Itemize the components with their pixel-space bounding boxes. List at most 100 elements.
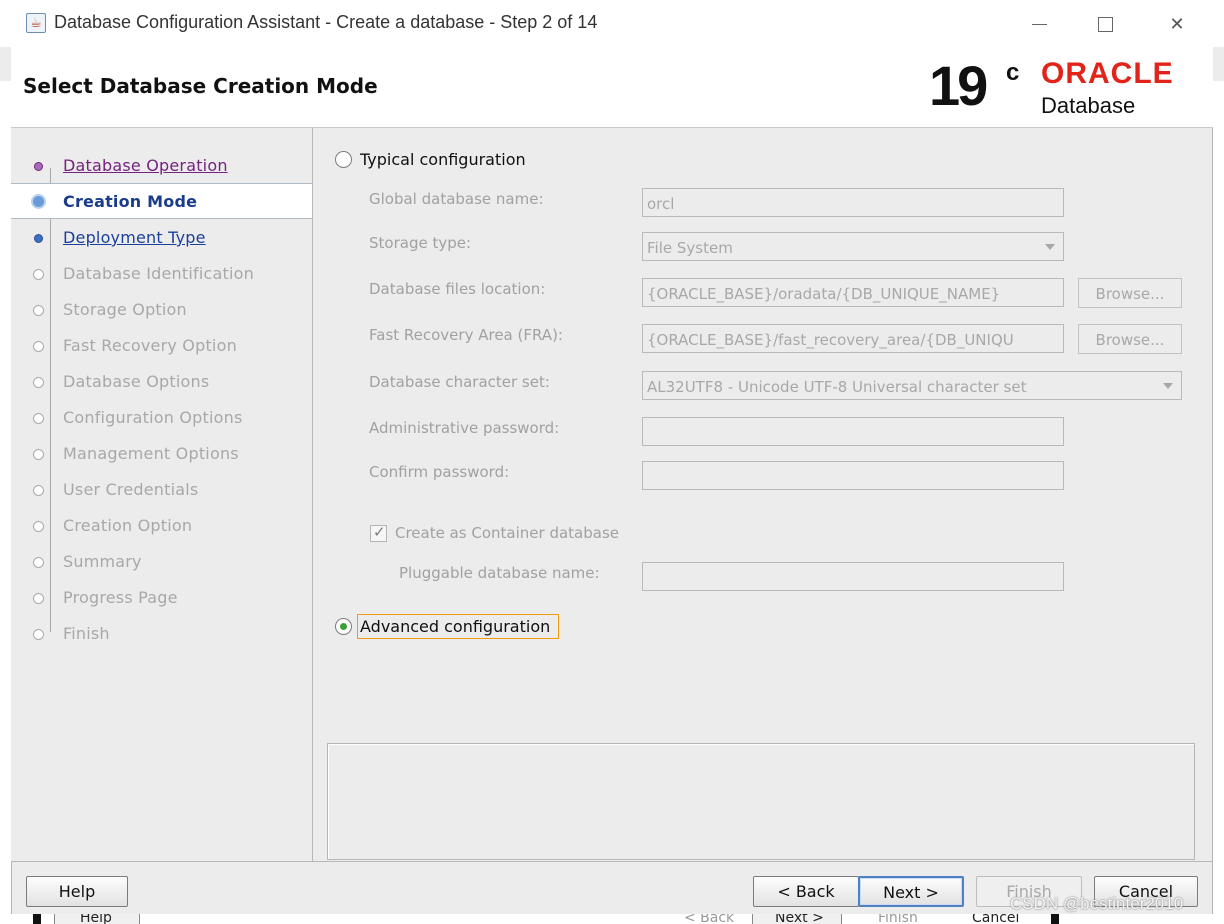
footer-divider: [11, 861, 1213, 862]
logo-product: Database: [1041, 93, 1136, 118]
window-title: Database Configuration Assistant - Creat…: [54, 12, 598, 32]
step-storage-option: Storage Option: [11, 292, 312, 328]
checkmark-icon: ✓: [373, 523, 386, 541]
step-pending-icon: [33, 521, 44, 532]
step-pending-icon: [33, 377, 44, 388]
logo-brand: ORACLE: [1041, 57, 1174, 90]
fra-field: {ORACLE_BASE}/fast_recovery_area/{DB_UNI…: [642, 324, 1064, 353]
admin-password-label: Administrative password:: [369, 419, 560, 437]
step-visited-icon: [34, 162, 43, 171]
logo-version-suffix: c: [1006, 59, 1020, 86]
container-db-checkbox: ✓: [370, 523, 387, 542]
step-pending-icon: [33, 593, 44, 604]
window-titlebar: ☕ Database Configuration Assistant - Cre…: [0, 0, 1224, 47]
step-label: Deployment Type: [63, 228, 206, 247]
step-database-operation[interactable]: Database Operation: [11, 148, 312, 184]
step-current-icon: [31, 194, 46, 209]
step-database-identification: Database Identification: [11, 256, 312, 292]
ghost-back-label: < Back: [684, 914, 735, 924]
page-title: Select Database Creation Mode: [23, 74, 378, 98]
step-label: Database Identification: [63, 264, 254, 283]
step-pending-icon: [33, 413, 44, 424]
chevron-down-icon: [1163, 383, 1173, 389]
charset-select: AL32UTF8 - Unicode UTF-8 Universal chara…: [642, 371, 1182, 400]
right-gutter: [1213, 47, 1224, 81]
ghost-marker: [33, 914, 41, 924]
pdb-name-label: Pluggable database name:: [399, 564, 600, 582]
step-configuration-options: Configuration Options: [11, 400, 312, 436]
step-navigation: Database Operation Creation Mode Deploym…: [11, 128, 313, 861]
global-db-name-label: Global database name:: [369, 190, 544, 208]
step-pending-icon: [33, 305, 44, 316]
step-label: Management Options: [63, 444, 239, 463]
storage-type-label: Storage type:: [369, 234, 472, 252]
step-label: Creation Option: [63, 516, 193, 535]
help-button[interactable]: Help: [26, 876, 128, 907]
step-label: Database Options: [63, 372, 210, 391]
fra-label: Fast Recovery Area (FRA):: [369, 326, 563, 344]
step-user-credentials: User Credentials: [11, 472, 312, 508]
back-button[interactable]: < Back: [753, 876, 859, 907]
message-panel: [327, 743, 1195, 860]
charset-value: AL32UTF8 - Unicode UTF-8 Universal chara…: [647, 378, 1027, 396]
ghost-next-label: Next >: [775, 914, 824, 924]
container-db-label: Create as Container database: [395, 524, 619, 542]
confirm-password-field: [642, 461, 1064, 490]
maximize-icon[interactable]: [1082, 8, 1128, 40]
step-label: User Credentials: [63, 480, 199, 499]
step-finish: Finish: [11, 616, 312, 652]
step-pending-icon: [33, 485, 44, 496]
close-icon[interactable]: ✕: [1154, 8, 1200, 40]
step-progress-page: Progress Page: [11, 580, 312, 616]
step-label: Storage Option: [63, 300, 187, 319]
step-pending-icon: [33, 341, 44, 352]
java-app-icon: ☕: [26, 13, 46, 33]
pdb-name-field: [642, 562, 1064, 591]
step-label: Fast Recovery Option: [63, 336, 237, 355]
minimize-icon[interactable]: [1016, 8, 1062, 40]
next-button[interactable]: Next >: [858, 876, 964, 907]
creation-mode-panel: Typical configuration Global database na…: [314, 128, 1212, 861]
step-pending-icon: [33, 629, 44, 640]
advanced-config-radio[interactable]: [335, 618, 352, 635]
step-label: Progress Page: [63, 588, 178, 607]
advanced-config-label[interactable]: Advanced configuration: [360, 617, 550, 636]
db-files-location-label: Database files location:: [369, 280, 546, 298]
ghost-cancel-label: Cancel: [972, 914, 1020, 924]
logo-version: 19: [929, 54, 988, 117]
step-creation-mode[interactable]: Creation Mode: [11, 183, 312, 219]
step-label: Creation Mode: [63, 192, 198, 211]
ghost-finish-label: Finish: [878, 914, 918, 924]
step-label: Summary: [63, 552, 142, 571]
step-pending-icon: [33, 269, 44, 280]
global-db-name-field: orcl: [642, 188, 1064, 217]
step-next-icon: [34, 234, 43, 243]
fra-browse-button: Browse...: [1078, 324, 1182, 354]
step-pending-icon: [33, 449, 44, 460]
ghost-help-label: Help: [80, 914, 112, 924]
ghost-marker-right: [1051, 914, 1059, 924]
step-pending-icon: [33, 557, 44, 568]
db-files-location-field: {ORACLE_BASE}/oradata/{DB_UNIQUE_NAME}: [642, 278, 1064, 307]
typical-config-radio[interactable]: [335, 151, 352, 168]
step-management-options: Management Options: [11, 436, 312, 472]
chevron-down-icon: [1045, 244, 1055, 250]
storage-type-value: File System: [647, 239, 733, 257]
csdn-watermark: CSDN @bestinter2010: [1010, 894, 1184, 913]
step-deployment-type[interactable]: Deployment Type: [11, 220, 312, 256]
left-gutter: [0, 47, 11, 81]
step-label: Configuration Options: [63, 408, 243, 427]
step-database-options: Database Options: [11, 364, 312, 400]
oracle-19c-logo: 19 c ORACLE Database: [929, 53, 1209, 123]
admin-password-field: [642, 417, 1064, 446]
step-fast-recovery-option: Fast Recovery Option: [11, 328, 312, 364]
typical-config-label[interactable]: Typical configuration: [360, 150, 526, 169]
step-summary: Summary: [11, 544, 312, 580]
step-label: Database Operation: [63, 156, 228, 175]
charset-label: Database character set:: [369, 373, 550, 391]
step-label: Finish: [63, 624, 110, 643]
step-creation-option: Creation Option: [11, 508, 312, 544]
confirm-password-label: Confirm password:: [369, 463, 510, 481]
storage-type-select: File System: [642, 232, 1064, 261]
db-files-browse-button: Browse...: [1078, 278, 1182, 308]
